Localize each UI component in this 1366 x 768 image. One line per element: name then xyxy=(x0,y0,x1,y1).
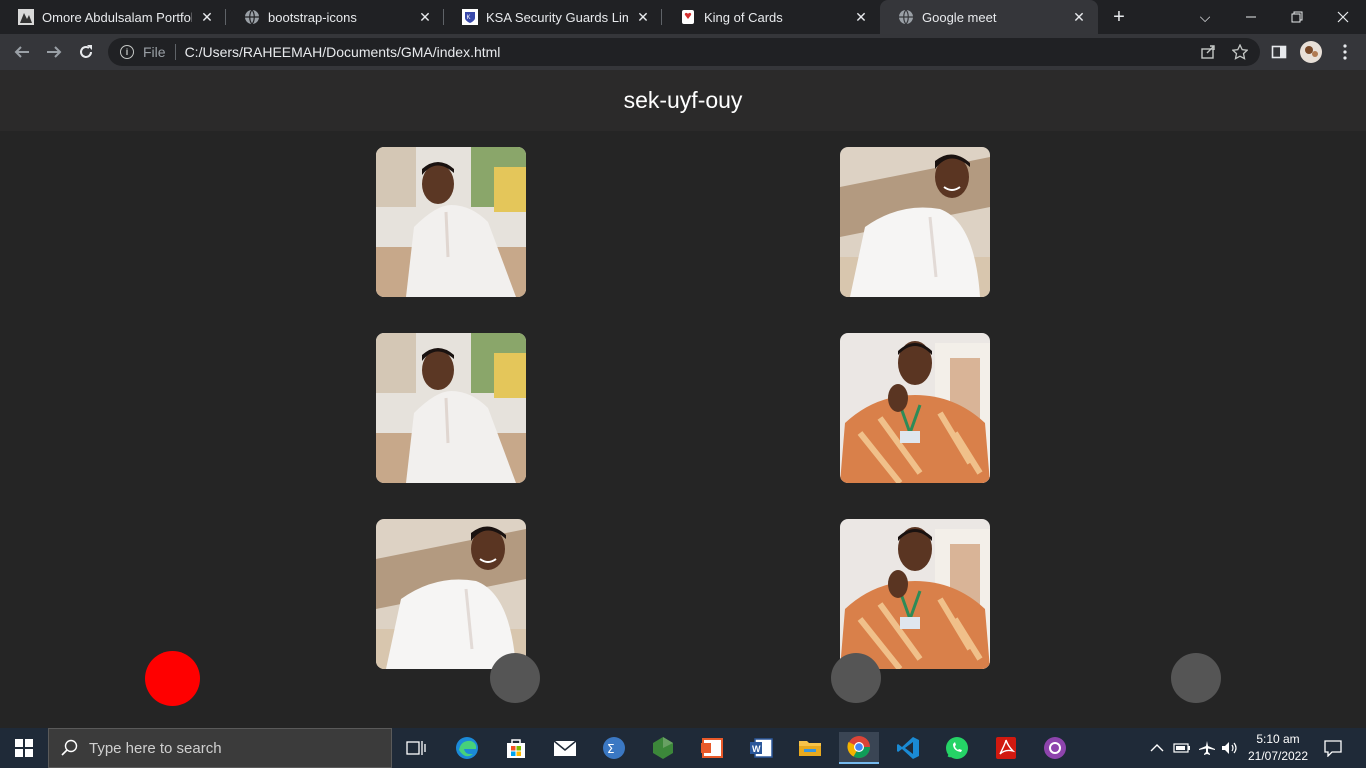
participant-photo xyxy=(840,333,990,483)
tab-ksa-security[interactable]: K KSA Security Guards Limited ✕ xyxy=(444,0,662,34)
control-button-3[interactable] xyxy=(831,653,881,703)
side-panel-icon[interactable] xyxy=(1268,41,1290,63)
ksa-favicon-icon: K xyxy=(462,9,478,25)
mail-icon[interactable] xyxy=(545,732,585,764)
tab-title: King of Cards xyxy=(704,9,783,25)
svg-text:K: K xyxy=(467,15,471,21)
close-tab-icon[interactable]: ✕ xyxy=(634,8,652,26)
task-view-icon[interactable] xyxy=(396,732,436,764)
tab-title: Omore Abdulsalam Portfolio xyxy=(42,9,192,25)
site-info-icon[interactable]: i xyxy=(120,45,134,59)
control-button-2[interactable] xyxy=(490,653,540,703)
word-icon[interactable]: W xyxy=(741,732,781,764)
participant-photo xyxy=(840,519,990,669)
portfolio-favicon-icon xyxy=(18,9,34,25)
minimize-button[interactable] xyxy=(1228,0,1274,34)
participant-photo xyxy=(376,519,526,669)
end-call-button[interactable] xyxy=(145,651,200,706)
vscode-icon[interactable] xyxy=(888,732,928,764)
volume-icon[interactable] xyxy=(1221,728,1239,768)
tab-strip: Omore Abdulsalam Portfolio ✕ bootstrap-i… xyxy=(0,0,1366,34)
edge-icon[interactable] xyxy=(447,732,487,764)
windows-taskbar: Type here to search Σ W 5:10 am 21/07/20… xyxy=(0,728,1366,768)
clock-date: 21/07/2022 xyxy=(1247,749,1309,763)
windows-logo-icon xyxy=(15,739,33,757)
notifications-icon[interactable] xyxy=(1324,728,1342,768)
share-icon[interactable] xyxy=(1197,41,1219,63)
participant-tile[interactable] xyxy=(376,519,526,669)
globe-icon xyxy=(898,9,914,25)
new-tab-button[interactable]: + xyxy=(1106,5,1132,29)
meeting-header: sek-uyf-ouy xyxy=(0,70,1366,131)
participant-tile[interactable] xyxy=(376,333,526,483)
participant-tile[interactable] xyxy=(376,147,526,297)
forward-button[interactable] xyxy=(42,40,66,64)
show-hidden-icons-chevron-icon[interactable] xyxy=(1150,728,1164,768)
participant-tile[interactable] xyxy=(840,333,990,483)
close-window-button[interactable] xyxy=(1320,0,1366,34)
close-tab-icon[interactable]: ✕ xyxy=(198,8,216,26)
participant-photo xyxy=(840,147,990,297)
taskbar-search-box[interactable]: Type here to search xyxy=(48,728,392,768)
card-favicon-icon xyxy=(680,9,696,25)
restore-button[interactable] xyxy=(1274,0,1320,34)
svg-text:Σ: Σ xyxy=(607,742,615,756)
participant-tile[interactable] xyxy=(840,519,990,669)
github-desktop-icon[interactable] xyxy=(1035,732,1075,764)
search-placeholder: Type here to search xyxy=(89,739,222,757)
file-explorer-icon[interactable] xyxy=(790,732,830,764)
browser-menu-icon[interactable] xyxy=(1334,41,1356,63)
whatsapp-icon[interactable] xyxy=(937,732,977,764)
participant-grid xyxy=(0,131,1366,728)
close-tab-icon[interactable]: ✕ xyxy=(416,8,434,26)
acrobat-icon[interactable] xyxy=(986,732,1026,764)
microsoft-store-icon[interactable] xyxy=(496,732,536,764)
office-icon[interactable] xyxy=(692,732,732,764)
url-text[interactable]: C:/Users/RAHEEMAH/Documents/GMA/index.ht… xyxy=(185,44,501,60)
svg-text:W: W xyxy=(752,744,761,754)
tab-king-of-cards[interactable]: King of Cards ✕ xyxy=(662,0,880,34)
participant-photo xyxy=(376,147,526,297)
control-button-4[interactable] xyxy=(1171,653,1221,703)
tab-search-chevron-icon[interactable]: ⌵ xyxy=(1182,0,1228,34)
windows-start-button[interactable] xyxy=(0,728,48,768)
tab-title: bootstrap-icons xyxy=(268,9,357,25)
back-button[interactable] xyxy=(10,40,34,64)
tab-bootstrap-icons[interactable]: bootstrap-icons ✕ xyxy=(226,0,444,34)
math-solver-icon[interactable]: Σ xyxy=(594,732,634,764)
participant-photo xyxy=(376,333,526,483)
participant-tile[interactable] xyxy=(840,147,990,297)
clock-time: 5:10 am xyxy=(1256,732,1300,746)
address-bar[interactable]: i File C:/Users/RAHEEMAH/Documents/GMA/i… xyxy=(108,38,1260,66)
tab-title: KSA Security Guards Limited xyxy=(486,9,628,25)
system-clock[interactable]: 5:10 am 21/07/2022 xyxy=(1240,731,1316,765)
profile-avatar[interactable] xyxy=(1300,41,1322,63)
meeting-code: sek-uyf-ouy xyxy=(623,87,743,113)
battery-icon[interactable] xyxy=(1173,728,1191,768)
tab-google-meet[interactable]: Google meet ✕ xyxy=(880,0,1098,34)
nodejs-icon[interactable] xyxy=(643,732,683,764)
scheme-label: File xyxy=(143,44,166,60)
close-tab-icon[interactable]: ✕ xyxy=(1070,8,1088,26)
globe-icon xyxy=(244,9,260,25)
tab-title: Google meet xyxy=(922,9,997,25)
reload-button[interactable] xyxy=(74,40,98,64)
close-tab-icon[interactable]: ✕ xyxy=(852,8,870,26)
airplane-mode-icon[interactable] xyxy=(1198,728,1216,768)
bookmark-star-icon[interactable] xyxy=(1229,41,1251,63)
search-icon xyxy=(61,739,78,756)
tab-portfolio[interactable]: Omore Abdulsalam Portfolio ✕ xyxy=(0,0,226,34)
chrome-icon[interactable] xyxy=(839,732,879,764)
